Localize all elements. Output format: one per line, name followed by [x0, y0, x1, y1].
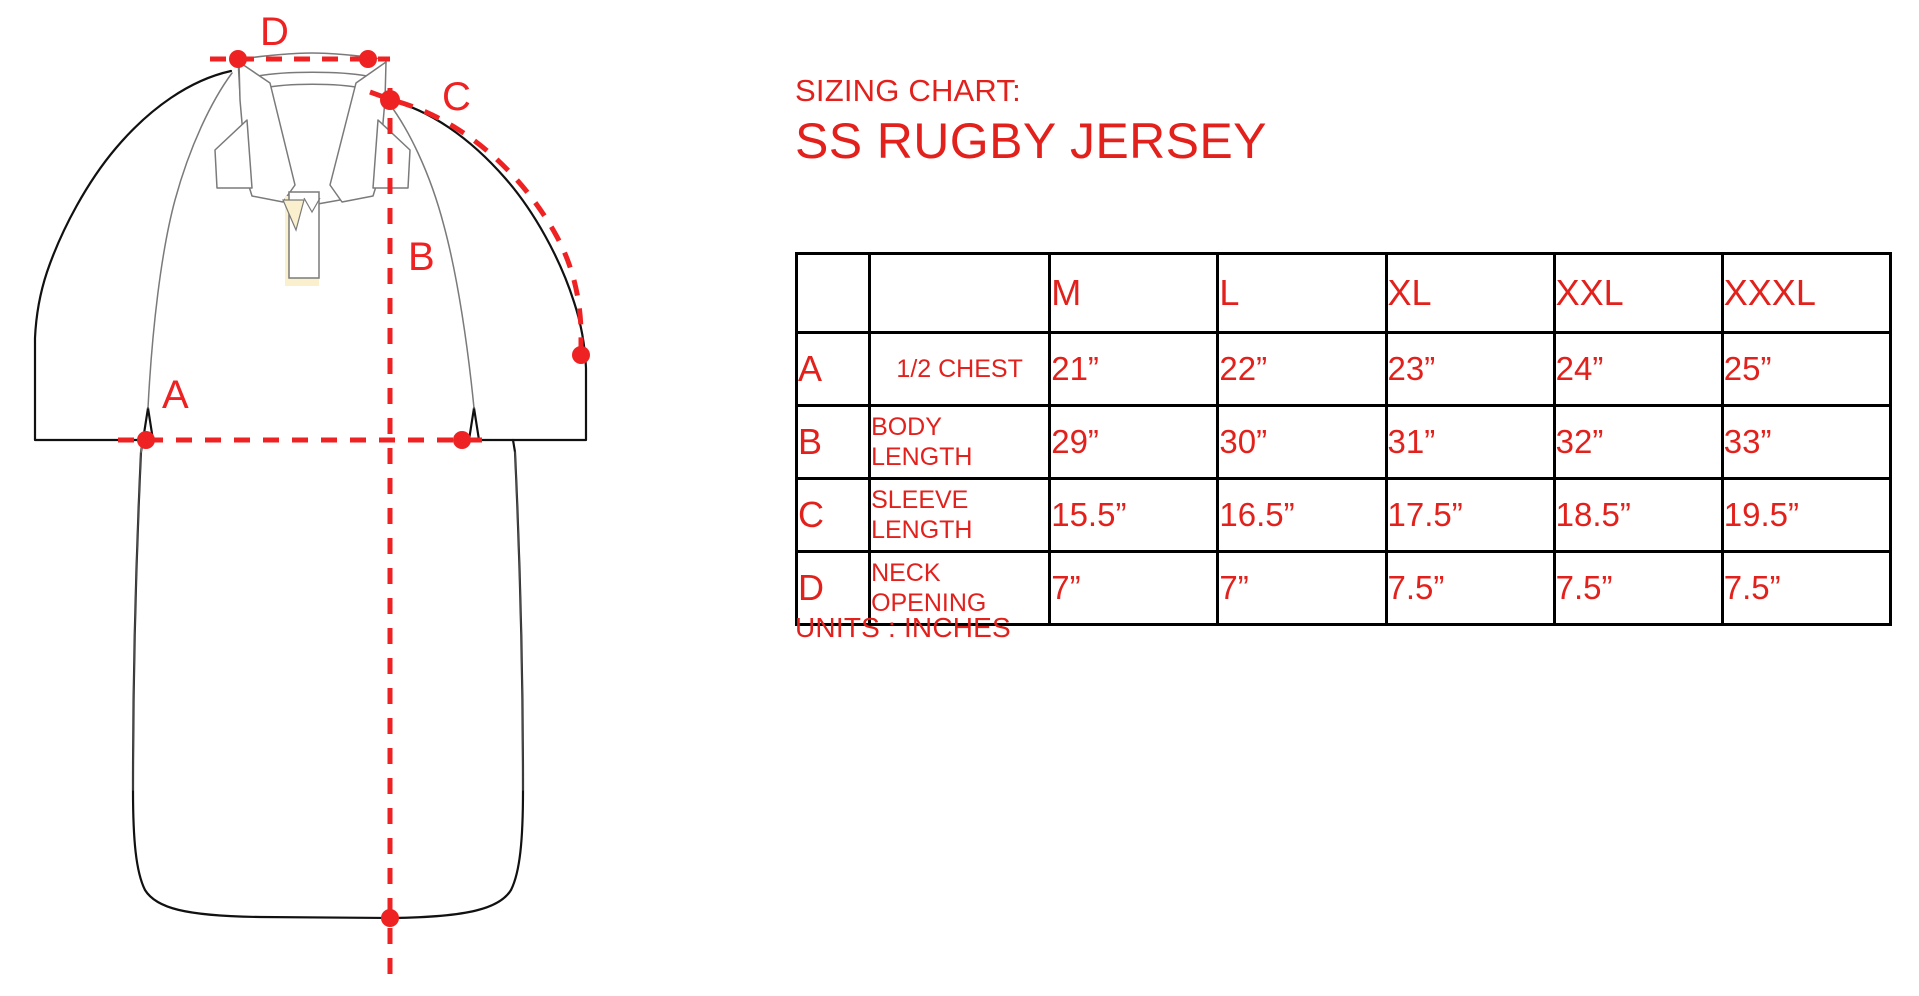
row-a-value-l: 22” — [1216, 331, 1388, 407]
header-cell-size-m: M — [1048, 252, 1220, 334]
row-d-value-m: 7” — [1048, 550, 1220, 626]
header-cell-size-xl: XL — [1384, 252, 1556, 334]
row-c-value-m: 15.5” — [1048, 477, 1220, 553]
row-b-value-xxxl: 33” — [1720, 404, 1893, 480]
header-cell-size-l: L — [1216, 252, 1388, 334]
row-c-value-xxxl: 19.5” — [1720, 477, 1893, 553]
measure-point-c-start — [380, 90, 400, 110]
page-title: SIZING CHART: SS RUGBY JERSEY — [795, 72, 1895, 170]
measure-point-a-right — [453, 431, 471, 449]
row-letter-b: B — [794, 404, 872, 480]
row-d-value-xl: 7.5” — [1384, 550, 1556, 626]
units-note: UNITS : INCHES — [795, 612, 1011, 643]
row-measure-b-line2: LENGTH — [871, 443, 973, 471]
row-measure-c-line2: LENGTH — [871, 516, 973, 544]
row-b-value-m: 29” — [1048, 404, 1220, 480]
table-header-row: M L XL XXL XXXL — [794, 252, 1893, 334]
row-b-value-l: 30” — [1216, 404, 1388, 480]
row-letter-c: C — [794, 477, 872, 553]
row-measure-c-line1: SLEEVE — [871, 486, 969, 514]
measure-label-b: B — [408, 235, 435, 279]
header-cell-blank-measure — [868, 252, 1052, 334]
row-letter-a: A — [794, 331, 872, 407]
measure-line-c — [369, 89, 584, 345]
table-row: A 1/2 CHEST 21” 22” 23” 24” 25” — [794, 331, 1893, 407]
row-measure-b-line1: BODY — [871, 413, 942, 441]
row-c-value-xxl: 18.5” — [1552, 477, 1724, 553]
header-cell-size-xxxl: XXXL — [1720, 252, 1893, 334]
jersey-illustration: D C B A — [0, 0, 780, 996]
table-row: B BODY LENGTH 29” 30” 31” 32” 33” — [794, 404, 1893, 480]
measure-point-d-right — [359, 50, 377, 68]
measure-point-d-left — [229, 50, 247, 68]
row-c-value-xl: 17.5” — [1384, 477, 1556, 553]
header-cell-size-xxl: XXL — [1552, 252, 1724, 334]
row-a-value-xl: 23” — [1384, 331, 1556, 407]
title-main: SS RUGBY JERSEY — [795, 113, 1267, 169]
row-b-value-xl: 31” — [1384, 404, 1556, 480]
measure-point-a-left — [137, 431, 155, 449]
row-a-value-xxxl: 25” — [1720, 331, 1893, 407]
row-measure-d-line1: NECK — [871, 559, 941, 587]
table-row: C SLEEVE LENGTH 15.5” 16.5” 17.5” 18.5” … — [794, 477, 1893, 553]
row-c-value-l: 16.5” — [1216, 477, 1388, 553]
row-d-value-l: 7” — [1216, 550, 1388, 626]
row-a-value-m: 21” — [1048, 331, 1220, 407]
sizing-table: M L XL XXL XXXL A 1/2 CHEST 21” 22” 23” … — [794, 252, 1893, 626]
sizing-chart-page: D C B A SIZING CHART: SS RUGBY JERSEY M … — [0, 0, 1919, 996]
row-d-value-xxxl: 7.5” — [1720, 550, 1893, 626]
header-cell-blank-letter — [794, 252, 872, 334]
row-measure-c: SLEEVE LENGTH — [868, 477, 1052, 553]
measure-point-b-bottom — [381, 909, 399, 927]
row-b-value-xxl: 32” — [1552, 404, 1724, 480]
measure-label-c: C — [442, 75, 471, 119]
measure-label-a: A — [162, 373, 189, 417]
row-a-value-xxl: 24” — [1552, 331, 1724, 407]
row-measure-b: BODY LENGTH — [868, 404, 1052, 480]
placket-group — [282, 191, 321, 286]
row-measure-a: 1/2 CHEST — [868, 331, 1052, 407]
chart-panel: SIZING CHART: SS RUGBY JERSEY M L XL XXL… — [794, 0, 1919, 996]
title-eyebrow: SIZING CHART: — [795, 73, 1021, 108]
row-d-value-xxl: 7.5” — [1552, 550, 1724, 626]
measure-label-d: D — [260, 10, 289, 54]
